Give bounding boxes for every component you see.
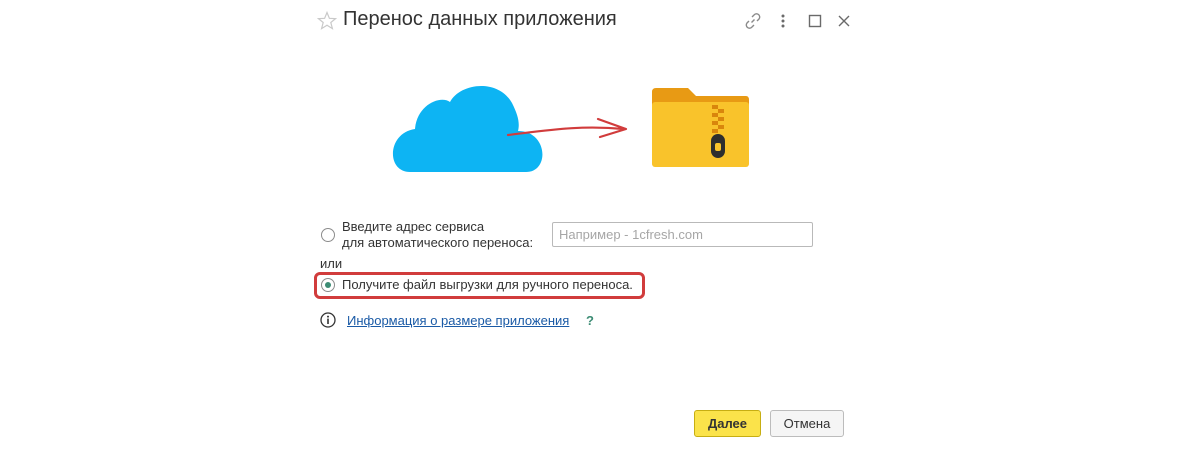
next-button[interactable]: Далее [694,410,761,437]
auto-transfer-label-line2: для автоматического переноса: [342,235,534,250]
auto-transfer-radio[interactable] [321,228,335,242]
service-address-input[interactable] [552,222,813,247]
maximize-icon[interactable] [807,13,823,29]
star-icon[interactable] [317,11,337,31]
transfer-illustration [392,85,749,172]
cloud-icon [392,85,543,172]
manual-transfer-radio[interactable] [321,278,335,292]
manual-transfer-label[interactable]: Получите файл выгрузки для ручного перен… [342,277,633,293]
window-title: Перенос данных приложения [343,8,617,30]
or-separator: или [320,256,343,271]
zip-folder-icon [652,88,749,167]
link-icon[interactable] [744,12,762,30]
auto-transfer-label-line1: Введите адрес сервиса [342,219,485,234]
app-size-info-link[interactable]: Информация о размере приложения [347,313,569,328]
close-icon[interactable] [836,13,852,29]
cancel-button[interactable]: Отмена [770,410,844,437]
more-icon[interactable] [776,12,790,30]
info-icon [320,312,336,328]
help-icon[interactable]: ? [586,313,594,328]
